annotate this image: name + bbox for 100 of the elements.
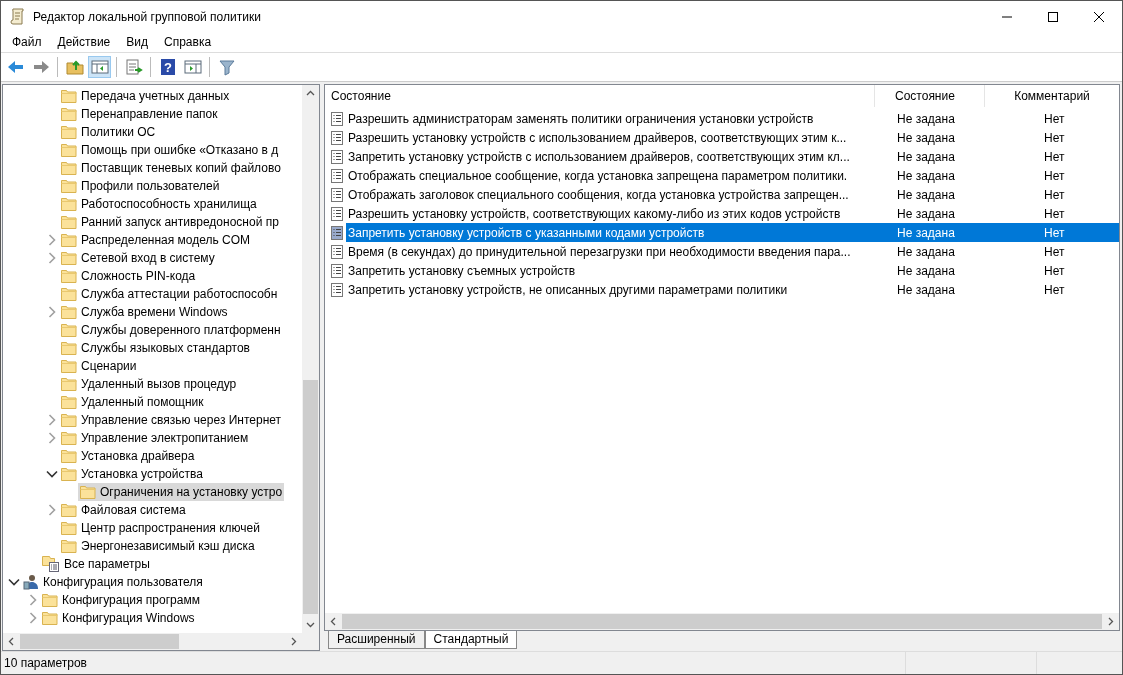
policy-state: Не задана [896, 206, 956, 221]
policy-row[interactable]: Запретить установку устройств, не описанных другими параметрами политики Не задана Нет [346, 280, 1119, 299]
policy-state: Не задана [896, 282, 956, 297]
expand-chevron-icon[interactable] [27, 612, 39, 624]
tree-item[interactable]: Сетевой вход в систему [59, 249, 217, 267]
column-header[interactable]: Состояние [875, 85, 985, 107]
vertical-scrollbar[interactable] [302, 85, 319, 633]
expand-chevron-icon[interactable] [46, 414, 58, 426]
folder-icon [61, 377, 77, 391]
right-arrow-icon [31, 58, 50, 76]
policy-setting-icon [331, 282, 343, 297]
folder-icon [61, 431, 77, 445]
policy-setting-icon [331, 225, 343, 240]
policy-comment: Нет [1043, 282, 1066, 297]
tree-item[interactable]: Политики ОС [59, 123, 158, 141]
policy-name: Запретить установку устройств с указанными кодами устройств [347, 225, 706, 240]
policy-row[interactable]: Время (в секундах) до принудительной перезагрузки при необходимости введения пара... Не задана Нет [346, 242, 1119, 261]
tree-item[interactable]: Конфигурация программ [40, 591, 202, 609]
expand-chevron-icon[interactable] [46, 252, 58, 264]
tree-item[interactable]: Конфигурация пользователя [21, 573, 205, 591]
folder-icon [61, 341, 77, 355]
show-tree-button[interactable] [88, 56, 111, 78]
view-tab[interactable]: Расширенный [328, 631, 425, 649]
policy-row[interactable]: Запретить установку устройств с указанными кодами устройств Не задана Нет [346, 223, 1119, 242]
tree-item[interactable]: Конфигурация Windows [40, 609, 197, 627]
policy-state: Не задана [896, 149, 956, 164]
tree-item[interactable]: Службы языковых стандартов [59, 339, 252, 357]
policy-name: Время (в секундах) до принудительной перезагрузки при необходимости введения пара... [347, 244, 852, 259]
policy-row[interactable]: Отображать специальное сообщение, когда установка запрещена параметром политики. Не задана Нет [346, 166, 1119, 185]
tree-item[interactable]: Центр распространения ключей [59, 519, 262, 537]
policy-row[interactable]: Разрешить администраторам заменять политики ограничения установки устройств Не задана Нет [346, 109, 1119, 128]
policy-setting-icon [331, 206, 343, 221]
help-button[interactable]: ? [156, 56, 179, 78]
collapse-chevron-icon[interactable] [46, 468, 58, 480]
status-text: 10 параметров [3, 656, 88, 670]
view-tab[interactable]: Стандартный [424, 631, 518, 649]
folder-icon [61, 359, 77, 373]
policy-setting-icon [331, 244, 343, 259]
tree-item[interactable]: Служба аттестации работоспособн [59, 285, 280, 303]
tree-item[interactable]: Поставщик теневых копий файлово [59, 159, 283, 177]
folder-icon [61, 287, 77, 301]
policy-row[interactable]: Разрешить установку устройств с использованием драйверов, соответствующих этим к... Не задана Нет [346, 128, 1119, 147]
tree-pane-icon [90, 58, 109, 76]
policy-row[interactable]: Отображать заголовок специального сообщения, когда установка устройства запрещен... Не задана Нет [346, 185, 1119, 204]
collapse-chevron-icon[interactable] [8, 576, 20, 588]
policy-state: Не задана [896, 168, 956, 183]
expand-chevron-icon[interactable] [27, 594, 39, 606]
policy-row[interactable]: Запретить установку устройств с использованием драйверов, соответствующих этим кл... Не задана Нет [346, 147, 1119, 166]
expand-chevron-icon[interactable] [46, 504, 58, 516]
policy-state: Не задана [896, 225, 956, 240]
policy-name: Отображать заголовок специального сообщения, когда установка устройства запрещен... [347, 187, 850, 202]
folder-icon [61, 143, 77, 157]
tree-item[interactable]: Распределенная модель COM [59, 231, 253, 249]
left-arrow-icon [6, 58, 25, 76]
tree-item[interactable]: Файловая система [59, 501, 188, 519]
tree-item[interactable]: Помощь при ошибке «Отказано в д [59, 141, 281, 159]
tree-item[interactable]: Сценарии [59, 357, 139, 375]
menu-item[interactable]: Действие [49, 35, 119, 49]
folder-icon [42, 611, 58, 625]
column-header[interactable]: Комментарий [985, 85, 1119, 107]
expand-chevron-icon[interactable] [46, 432, 58, 444]
policy-comment: Нет [1043, 187, 1066, 202]
tree-item[interactable]: Работоспособность хранилища [59, 195, 259, 213]
tree-item[interactable]: Управление электропитанием [59, 429, 251, 447]
tree-item[interactable]: Управление связью через Интернет [59, 411, 284, 429]
folder-icon [61, 539, 77, 553]
user-icon [23, 574, 39, 590]
tree-item[interactable]: Служба времени Windows [59, 303, 230, 321]
menu-item[interactable]: Вид [118, 35, 156, 49]
folder-icon [61, 323, 77, 337]
policy-comment: Нет [1043, 168, 1066, 183]
tree-item[interactable]: Установка драйвера [59, 447, 197, 465]
tree-item[interactable]: Перенаправление папок [59, 105, 220, 123]
policy-comment: Нет [1043, 111, 1066, 126]
maximize-icon [1048, 11, 1058, 22]
policy-comment: Нет [1043, 244, 1066, 259]
tree-item[interactable]: Передача учетных данных [59, 87, 232, 105]
close-icon [1094, 11, 1104, 22]
policy-state: Не задана [896, 263, 956, 278]
tree-item[interactable]: Удаленный помощник [59, 393, 206, 411]
tree-item[interactable]: Все параметры [40, 555, 152, 573]
tree-item[interactable]: Профили пользователей [59, 177, 222, 195]
tree-item[interactable]: Ограничения на установку устро [78, 483, 285, 501]
menu-item[interactable]: Файл [4, 35, 50, 49]
tree-item[interactable]: Энергонезависимый кэш диска [59, 537, 257, 555]
tree-item[interactable]: Установка устройства [59, 465, 205, 483]
horizontal-scrollbar[interactable] [325, 613, 1119, 630]
policy-row[interactable]: Разрешить установку устройств, соответствующих какому-либо из этих кодов устройств Не задана Нет [346, 204, 1119, 223]
policy-comment: Нет [1043, 130, 1066, 145]
expand-chevron-icon[interactable] [46, 306, 58, 318]
column-header[interactable]: Состояние [325, 85, 875, 107]
expand-chevron-icon[interactable] [46, 234, 58, 246]
tree-item[interactable]: Ранний запуск антивредоносной пр [59, 213, 281, 231]
tree-item[interactable]: Сложность PIN-кода [59, 267, 198, 285]
menu-item[interactable]: Справка [156, 35, 220, 49]
folder-icon [61, 269, 77, 283]
tree-item[interactable]: Удаленный вызов процедур [59, 375, 239, 393]
policy-state: Не задана [896, 130, 956, 145]
tree-item[interactable]: Службы доверенного платформенн [59, 321, 283, 339]
policy-row[interactable]: Запретить установку съемных устройств Не задана Нет [346, 261, 1119, 280]
